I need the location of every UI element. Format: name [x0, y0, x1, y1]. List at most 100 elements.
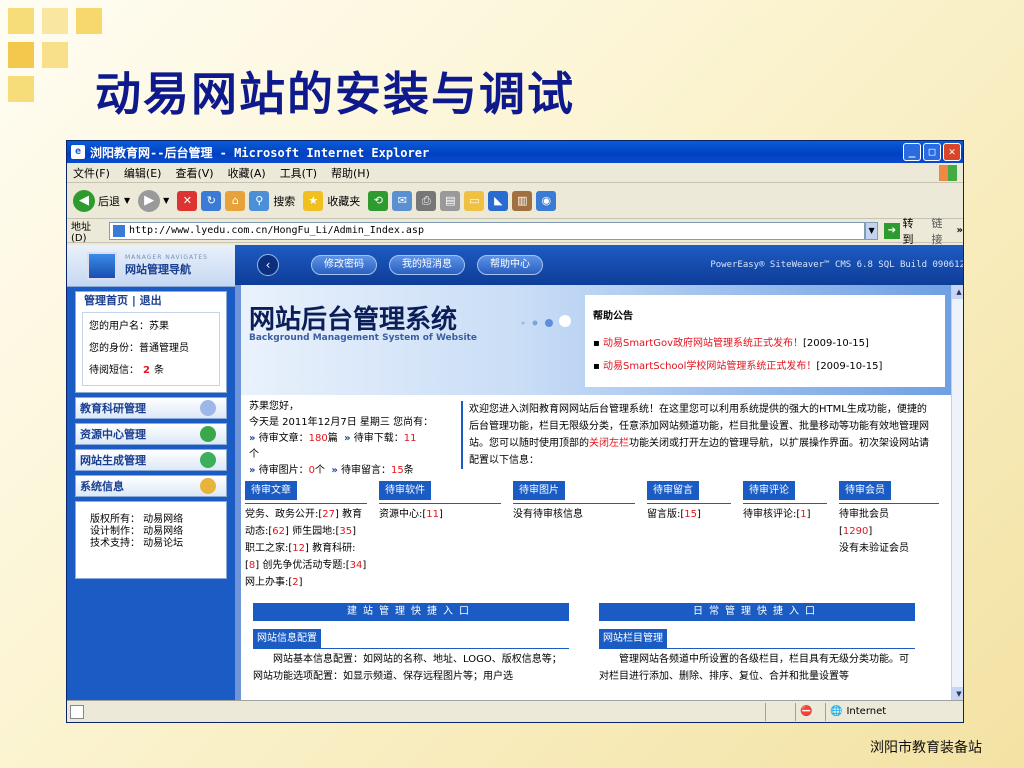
banner: 网站后台管理系统 Background Management System of… — [235, 285, 951, 395]
back-button[interactable]: ◀ 后退 ▼ — [73, 189, 130, 212]
windows-logo-icon — [939, 164, 957, 181]
nav-section-system[interactable]: 系统信息 — [75, 475, 227, 497]
forward-button[interactable]: ▶ ▼ — [138, 189, 169, 212]
star-icon: ★ — [303, 190, 324, 211]
message-count[interactable]: 2 — [143, 365, 150, 376]
nav-section-generate[interactable]: 网站生成管理 — [75, 449, 227, 471]
help-center-button[interactable]: 帮助中心 — [477, 255, 543, 275]
notice-title: 帮助公告 — [593, 311, 633, 322]
edit-icon[interactable]: ▤ — [440, 190, 461, 211]
computer-icon — [87, 251, 117, 280]
history-icon[interactable]: ⟲ — [368, 190, 389, 211]
messenger-icon[interactable]: ◣ — [488, 190, 509, 211]
ie-icon: e — [71, 145, 85, 159]
notice-item[interactable]: ▪ 动易SmartGov政府网站管理系统正式发布！[2009-10-15] — [593, 334, 937, 349]
window-title: 浏阳教育网--后台管理 - Microsoft Internet Explore… — [90, 145, 430, 160]
menu-view[interactable]: 查看(V) — [175, 165, 213, 181]
web-content: MANAGER NAVIGATES 网站管理导航 管理首页 | 退出 您的用户名… — [67, 245, 964, 701]
welcome-intro: 欢迎您进入浏阳教育网网站后台管理系统！在这里您可以利用系统提供的强大的HTML生… — [461, 401, 931, 469]
home-logout-links[interactable]: 管理首页 | 退出 — [76, 292, 226, 310]
mail-icon[interactable]: ✉ — [392, 190, 413, 211]
banner-title: 网站后台管理系统 — [249, 305, 458, 335]
page-status-icon — [70, 704, 84, 719]
ie-window: e 浏阳教育网--后台管理 - Microsoft Internet Explo… — [66, 140, 964, 723]
refresh-arrows-icon — [200, 426, 216, 442]
user-panel: 管理首页 | 退出 您的用户名：苏果 您的身份：普通管理员 待阅短信： 2 条 — [75, 291, 227, 393]
internet-zone: 🌐 Internet — [825, 702, 963, 721]
username: 苏果 — [149, 321, 169, 332]
menu-favorites[interactable]: 收藏(A) — [228, 165, 266, 181]
vertical-scrollbar[interactable]: ▲ ▼ — [951, 285, 963, 701]
media-icon[interactable]: ◉ — [536, 190, 557, 211]
favorites-button[interactable]: ★ 收藏夹 — [303, 190, 360, 211]
nav-brand-en: MANAGER NAVIGATES — [125, 254, 208, 261]
site-info-config: 网站信息配置 网站基本信息配置：如网站的名称、地址、LOGO、版权信息等；网站功… — [253, 629, 569, 685]
pending-comments: 待审评论 待审核评论:[1] — [743, 481, 827, 523]
pending-members: 待审会员 待审批会员 [1290] 没有未验证会员 — [839, 481, 939, 557]
pending-articles: 待审文章 党务、政务公开:[27] 教育动态:[62] 师生园地:[35] 职工… — [245, 481, 367, 591]
my-messages-button[interactable]: 我的短消息 — [389, 255, 465, 275]
menu-file[interactable]: 文件(F) — [73, 165, 110, 181]
close-left-column-link[interactable]: 关闭左栏 — [589, 438, 629, 449]
slide-title: 动易网站的安装与调试 — [95, 67, 575, 121]
pending-messages-count[interactable]: 15 — [391, 465, 404, 476]
home-icon[interactable]: ⌂ — [225, 190, 246, 211]
main-panel: 网站后台管理系统 Background Management System of… — [235, 285, 951, 701]
back-circle-icon[interactable]: ‹ — [257, 254, 279, 276]
research-icon[interactable]: ▥ — [512, 190, 533, 211]
pending-messages: 待审留言 留言版:[15] — [647, 481, 731, 523]
window-titlebar[interactable]: e 浏阳教育网--后台管理 - Microsoft Internet Explo… — [67, 141, 963, 163]
nav-section-resources[interactable]: 资源中心管理 — [75, 423, 227, 445]
pending-images: 待审图片 没有待审核信息 — [513, 481, 635, 523]
scroll-down-icon[interactable]: ▼ — [952, 687, 963, 701]
chevron-down-icon[interactable]: ▼ — [163, 196, 169, 205]
change-password-button[interactable]: 修改密码 — [311, 255, 377, 275]
globe-icon: 🌐 — [830, 706, 843, 717]
address-dropdown-icon[interactable]: ▼ — [864, 221, 879, 240]
play-icon — [200, 452, 216, 468]
go-button[interactable]: ➔ 转到 — [884, 215, 923, 247]
menu-tools[interactable]: 工具(T) — [280, 165, 317, 181]
user-info: 您的用户名：苏果 您的身份：普通管理员 待阅短信： 2 条 — [82, 312, 220, 386]
gears-icon — [200, 478, 216, 494]
stop-icon[interactable]: ✕ — [177, 190, 198, 211]
chevron-down-icon[interactable]: ▼ — [124, 196, 130, 205]
nav-section-research[interactable]: 教育科研管理 — [75, 397, 227, 419]
pending-software: 待审软件 资源中心:[11] — [379, 481, 501, 523]
status-bar: ⛔ 🌐 Internet — [67, 700, 963, 722]
scroll-up-icon[interactable]: ▲ — [952, 285, 963, 299]
search-icon: ⚲ — [249, 190, 270, 211]
pencil-icon — [200, 400, 216, 416]
nav-header: MANAGER NAVIGATES 网站管理导航 — [67, 245, 235, 287]
popup-blocked-icon: ⛔ — [795, 702, 825, 721]
left-navigation: MANAGER NAVIGATES 网站管理导航 管理首页 | 退出 您的用户名… — [67, 245, 235, 701]
notice-item[interactable]: ▪ 动易SmartSchool学校网站管理系统正式发布！[2009-10-15] — [593, 357, 937, 372]
nav-brand-cn: 网站管理导航 — [125, 263, 191, 276]
welcome-box: 苏果您好， 今天是 2011年12月7日 星期三 您尚有： » 待审文章：180… — [249, 401, 434, 476]
print-icon[interactable]: ⎙ — [416, 190, 437, 211]
back-arrow-icon: ◀ — [73, 189, 95, 212]
menu-bar: 文件(F) 编辑(E) 查看(V) 收藏(A) 工具(T) 帮助(H) — [67, 163, 963, 183]
powered-by: PowerEasy® SiteWeaver™ CMS 6.8 SQL Build… — [710, 260, 964, 270]
minimize-button[interactable]: _ — [903, 143, 921, 161]
menu-edit[interactable]: 编辑(E) — [124, 165, 162, 181]
address-bar: 地址(D) http://www.lyedu.com.cn/HongFu_Li/… — [67, 217, 963, 246]
copyright-panel: 版权所有： 动易网络 设计制作： 动易网络 技术支持： 动易论坛 — [75, 501, 227, 579]
chevron-right-icon[interactable]: » — [957, 225, 963, 236]
site-admin-quick-bar: 建站管理快捷入口 — [253, 603, 569, 621]
folder-icon[interactable]: ▭ — [464, 190, 485, 211]
site-top-bar: ‹ 修改密码 我的短消息 帮助中心 PowerEasy® SiteWeaver™… — [235, 245, 964, 285]
page-icon — [112, 224, 125, 237]
slide-footer: 浏阳市教育装备站 — [870, 740, 982, 756]
refresh-icon[interactable]: ↻ — [201, 190, 222, 211]
pending-articles-count[interactable]: 180 — [309, 433, 328, 444]
close-button[interactable]: ✕ — [943, 143, 961, 161]
search-button[interactable]: ⚲ 搜索 — [249, 190, 295, 211]
menu-help[interactable]: 帮助(H) — [331, 165, 370, 181]
user-role: 普通管理员 — [139, 343, 189, 354]
pending-downloads-count[interactable]: 11 — [404, 433, 417, 444]
maximize-button[interactable]: □ — [923, 143, 941, 161]
nav-splitter[interactable] — [235, 285, 241, 701]
links-button[interactable]: 链接 — [932, 215, 953, 247]
address-input[interactable]: http://www.lyedu.com.cn/HongFu_Li/Admin_… — [108, 221, 865, 240]
